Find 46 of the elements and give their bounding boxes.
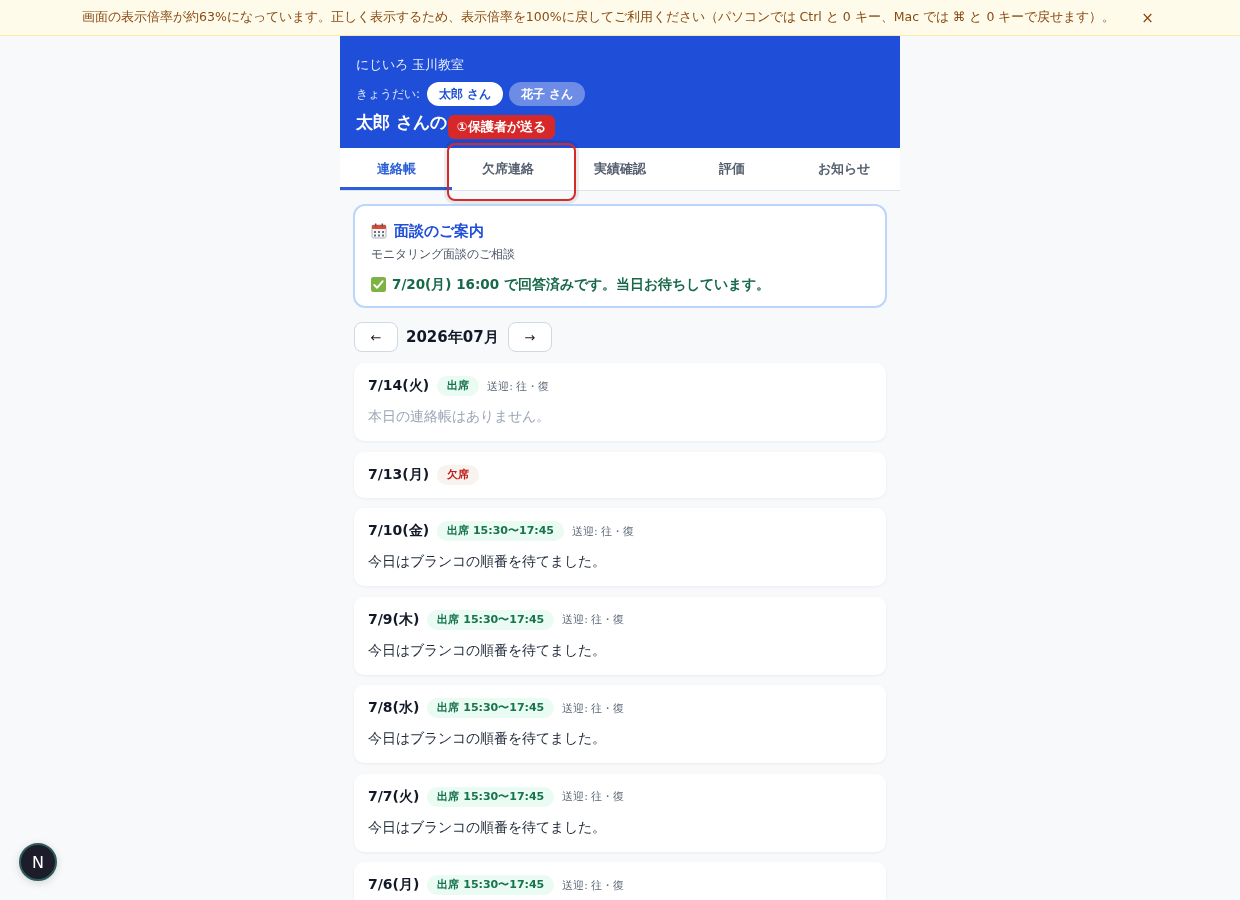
pickup-text: 送迎: 往・復 xyxy=(562,700,625,716)
pickup-text: 送迎: 往・復 xyxy=(562,877,625,893)
attendance-status: 出席 15:30〜17:45 xyxy=(427,875,555,895)
pickup-text: 送迎: 往・復 xyxy=(562,789,625,804)
entry-note: 今日はブランコの順番を待てました。 xyxy=(368,552,606,571)
page-title: 太郎 さんの xyxy=(356,111,447,134)
entry-date: 7/6(月) xyxy=(368,876,420,894)
pickup-text: 送迎: 往・復 xyxy=(487,378,550,394)
notice-subtitle: モニタリング面談のご相談 xyxy=(371,246,515,262)
check-icon xyxy=(371,276,386,292)
pickup-text: 送迎: 往・復 xyxy=(572,523,635,539)
notice-status: 7/20(月) 16:00 で回答済みです。当日お待ちしています。 xyxy=(392,275,770,294)
entry-note: 今日はブランコの順番を待てました。 xyxy=(368,817,606,837)
entry-date: 7/10(金) xyxy=(368,522,430,540)
attendance-status: 出席 15:30〜17:45 xyxy=(427,786,555,807)
attendance-status: 出席 15:30〜17:45 xyxy=(427,609,555,630)
attendance-status: 出席 15:30〜17:45 xyxy=(437,521,564,541)
tab[interactable]: 評価 xyxy=(676,148,788,190)
zoom-warning-text: 画面の表示倍率が約63%になっています。正しく表示するため、表示倍率を100%に戻してご利用ください（パソコンでは Ctrl と 0 キー、Mac では ⌘ と 0 キーで戻せます）。 xyxy=(82,9,1116,26)
pickup-text: 送迎: 往・復 xyxy=(562,612,625,627)
dev-indicator-button[interactable]: N xyxy=(19,843,57,881)
attendance-status: 欠席 xyxy=(437,464,480,485)
entry-date: 7/8(水) xyxy=(368,699,420,717)
siblings-label: きょうだい: xyxy=(356,86,420,102)
entry-date: 7/7(火) xyxy=(368,787,420,806)
tab[interactable]: 実績確認 xyxy=(564,148,676,190)
entry-note: 今日はブランコの順番を待てました。 xyxy=(368,640,606,660)
next-month-button[interactable]: → xyxy=(507,322,552,352)
entry-date: 7/9(木) xyxy=(368,610,420,629)
entry-note: 今日はブランコの順番を待てました。 xyxy=(368,729,606,748)
entry-date: 7/13(月) xyxy=(368,465,430,484)
tab[interactable]: お知らせ xyxy=(788,148,900,190)
attendance-status: 出席 15:30〜17:45 xyxy=(427,698,555,718)
month-label: 2026年07月 xyxy=(406,327,499,347)
attendance-status: 出席 xyxy=(437,376,480,396)
tab[interactable]: 欠席連絡 xyxy=(452,148,564,190)
sibling-tab[interactable]: 太郎 さん xyxy=(426,82,504,106)
entry-date: 7/14(火) xyxy=(368,377,430,395)
previous-month-button[interactable]: ← xyxy=(354,322,398,352)
entry-note: 本日の連絡帳はありません。 xyxy=(368,407,550,426)
notice-title: 面談のご案内 xyxy=(394,221,484,241)
close-button[interactable]: × xyxy=(1137,8,1158,27)
calendar-icon xyxy=(371,223,387,239)
school-name: にじいろ 玉川教室 xyxy=(356,56,464,74)
callout-label: ①保護者が送る xyxy=(448,115,555,139)
tab[interactable]: 連絡帳 xyxy=(340,148,452,190)
